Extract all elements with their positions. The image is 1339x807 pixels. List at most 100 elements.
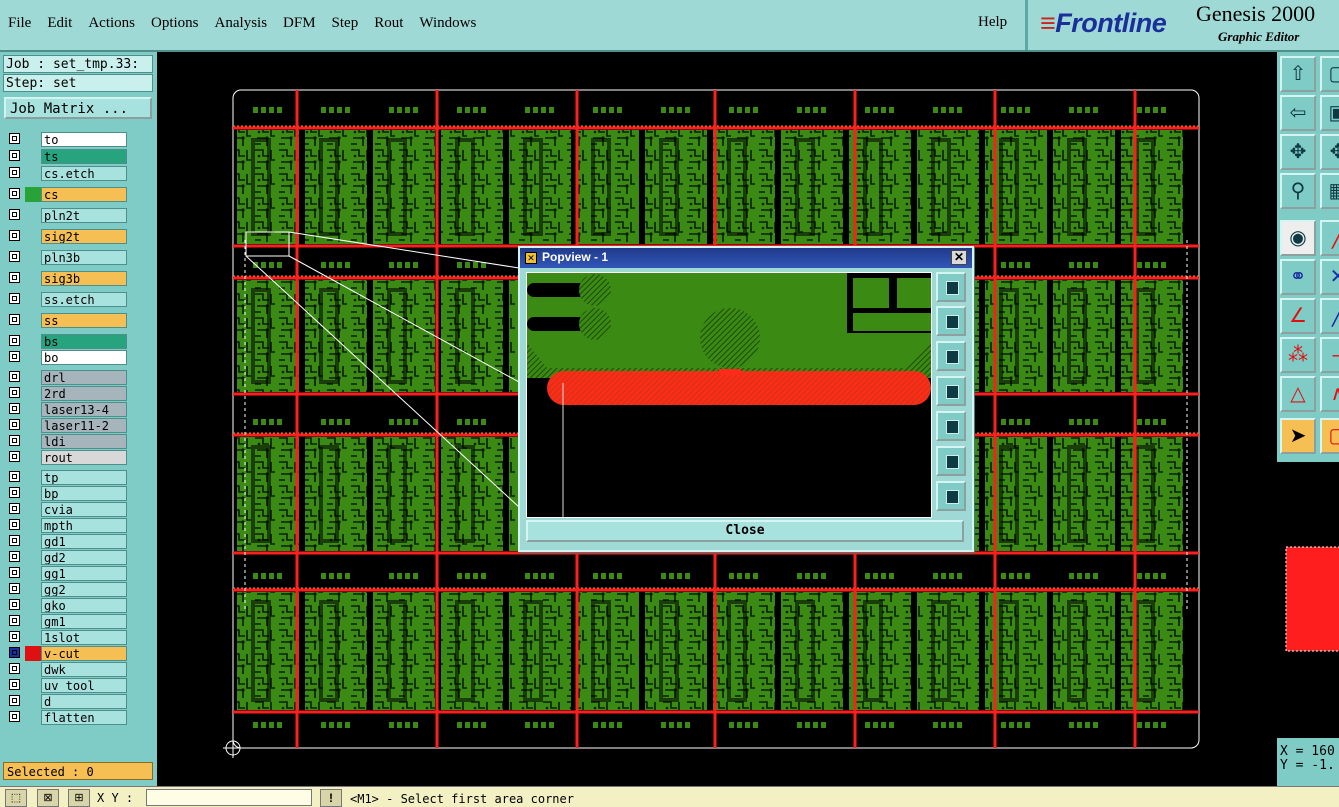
connect-icon[interactable]: ⚭	[1280, 259, 1316, 295]
layer-checkbox[interactable]	[9, 679, 20, 690]
triangle-icon[interactable]: △	[1280, 376, 1316, 412]
layer-checkbox[interactable]	[9, 695, 20, 706]
zoom-out-icon[interactable]	[936, 481, 966, 511]
layer-name[interactable]: mpth	[41, 518, 127, 533]
pan-left-icon[interactable]	[936, 376, 966, 406]
layer-row[interactable]: ss.etch	[5, 292, 127, 307]
layer-name[interactable]: cs	[41, 187, 127, 202]
select-arrow-icon[interactable]: ➤	[1280, 418, 1316, 454]
menu-file[interactable]: File	[0, 15, 39, 32]
layer-name[interactable]: d	[41, 694, 127, 709]
layer-name[interactable]: ss.etch	[41, 292, 127, 307]
zoom-window-icon[interactable]: ▣	[1320, 95, 1339, 131]
layer-checkbox[interactable]	[9, 133, 20, 144]
layer-checkbox[interactable]	[9, 631, 20, 642]
layer-row[interactable]: ts	[5, 149, 127, 164]
layer-row[interactable]: bp	[5, 486, 127, 501]
layer-name[interactable]: sig3b	[41, 271, 127, 286]
pan-down-icon[interactable]	[936, 341, 966, 371]
layer-row[interactable]: 2rd	[5, 386, 127, 401]
layer-checkbox[interactable]	[9, 435, 20, 446]
layer-name[interactable]: uv_tool	[41, 678, 127, 693]
close-button[interactable]: Close	[526, 520, 964, 542]
layer-name[interactable]: rout	[41, 450, 127, 465]
pan-up-icon[interactable]	[936, 306, 966, 336]
layer-checkbox[interactable]	[9, 387, 20, 398]
layer-name[interactable]: ldi	[41, 434, 127, 449]
layer-row[interactable]: gko	[5, 598, 127, 613]
layer-row[interactable]: pln2t	[5, 208, 127, 223]
zoom-extent-icon[interactable]: ✥	[1280, 134, 1316, 170]
layer-row[interactable]: uv_tool	[5, 678, 127, 693]
center-snap-icon[interactable]: ⊞	[68, 789, 90, 807]
layer-name[interactable]: gm1	[41, 614, 127, 629]
layer-checkbox[interactable]	[9, 371, 20, 382]
snap-mode-icon[interactable]: ⬚	[5, 789, 27, 807]
layer-row[interactable]: tp	[5, 470, 127, 485]
zoom-step-icon[interactable]: ✥	[1320, 134, 1339, 170]
layer-name[interactable]: cs.etch	[41, 166, 127, 181]
menu-windows[interactable]: Windows	[411, 15, 484, 32]
layer-row[interactable]: d	[5, 694, 127, 709]
layer-checkbox[interactable]	[9, 535, 20, 546]
select-area-icon[interactable]: ▢	[1320, 418, 1339, 454]
layer-row[interactable]: gg2	[5, 582, 127, 597]
zoom-home-icon[interactable]: ⇧	[1280, 56, 1316, 92]
layer-row[interactable]: cvia	[5, 502, 127, 517]
layer-row[interactable]: dwk	[5, 662, 127, 677]
layer-checkbox[interactable]	[9, 272, 20, 283]
layer-name[interactable]: gg2	[41, 582, 127, 597]
layer-row[interactable]: drl	[5, 370, 127, 385]
layer-row[interactable]: cs	[5, 187, 127, 202]
layer-name[interactable]: to	[41, 132, 127, 147]
layer-checkbox[interactable]	[9, 663, 20, 674]
layer-name[interactable]: gd1	[41, 534, 127, 549]
layer-row[interactable]: ldi	[5, 434, 127, 449]
warning-button[interactable]: !	[320, 789, 342, 807]
layer-checkbox[interactable]	[9, 167, 20, 178]
layer-row[interactable]: gm1	[5, 614, 127, 629]
layer-row[interactable]: gd2	[5, 550, 127, 565]
layer-name[interactable]: flatten	[41, 710, 127, 725]
job-matrix-button[interactable]: Job Matrix ...	[4, 97, 152, 119]
menu-actions[interactable]: Actions	[80, 15, 143, 32]
layer-row[interactable]: v-cut	[5, 646, 127, 661]
layer-name[interactable]: v-cut	[41, 646, 127, 661]
layer-name[interactable]: tp	[41, 470, 127, 485]
layer-row[interactable]: rout	[5, 450, 127, 465]
layer-name[interactable]: ts	[41, 149, 127, 164]
line-tool-icon[interactable]: ╱	[1320, 220, 1339, 256]
layer-row[interactable]: cs.etch	[5, 166, 127, 181]
snap-icon[interactable]: ⁂	[1280, 337, 1316, 373]
layer-row[interactable]: 1slot	[5, 630, 127, 645]
close-icon[interactable]: ✕	[951, 250, 967, 265]
layer-checkbox[interactable]	[9, 293, 20, 304]
zoom-back-icon[interactable]: ⇦	[1280, 95, 1316, 131]
menu-help[interactable]: Help	[978, 14, 1007, 31]
layer-name[interactable]: 2rd	[41, 386, 127, 401]
grid-snap-icon[interactable]: ⊠	[37, 789, 59, 807]
layer-name[interactable]: sig2t	[41, 229, 127, 244]
menu-analysis[interactable]: Analysis	[207, 15, 276, 32]
cross-icon[interactable]: ✕	[1320, 259, 1339, 295]
layer-checkbox[interactable]	[9, 551, 20, 562]
layer-name[interactable]: gg1	[41, 566, 127, 581]
layer-name[interactable]: pln3b	[41, 250, 127, 265]
dash-icon[interactable]: –	[1320, 337, 1339, 373]
layer-name[interactable]: dwk	[41, 662, 127, 677]
layer-checkbox[interactable]	[9, 599, 20, 610]
layer-row[interactable]: sig3b	[5, 271, 127, 286]
layer-checkbox[interactable]	[9, 567, 20, 578]
layer-row[interactable]: ss	[5, 313, 127, 328]
menu-edit[interactable]: Edit	[39, 15, 80, 32]
pan-right-icon[interactable]	[936, 411, 966, 441]
zoom-fit-icon[interactable]	[936, 272, 966, 302]
layer-checkbox[interactable]	[9, 503, 20, 514]
layer-row[interactable]: laser13-4	[5, 402, 127, 417]
layer-checkbox[interactable]	[9, 583, 20, 594]
layer-checkbox[interactable]	[9, 615, 20, 626]
layer-row[interactable]: laser11-2	[5, 418, 127, 433]
layer-checkbox[interactable]	[9, 335, 20, 346]
menu-options[interactable]: Options	[143, 15, 207, 32]
layer-name[interactable]: laser11-2	[41, 418, 127, 433]
